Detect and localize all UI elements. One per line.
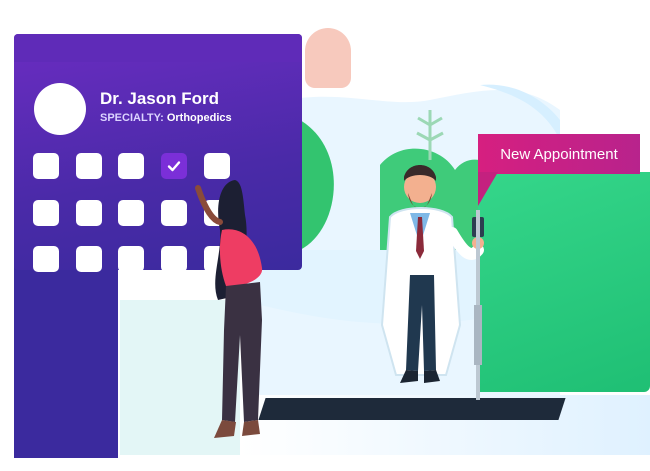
specialty-label: SPECIALTY:: [100, 112, 164, 124]
calendar-day[interactable]: [33, 200, 59, 226]
woman-illustration: [195, 180, 263, 438]
calendar-day[interactable]: [118, 246, 144, 272]
green-panel: [478, 172, 650, 392]
doctor-specialty: SPECIALTY: Orthopedics: [100, 112, 232, 124]
specialty-value: Orthopedics: [166, 112, 232, 124]
calendar-day[interactable]: [33, 153, 59, 179]
calendar-day[interactable]: [33, 246, 59, 272]
calendar-day[interactable]: [118, 153, 144, 179]
iv-stand: [474, 210, 482, 400]
calendar-day[interactable]: [76, 153, 102, 179]
calendar-day[interactable]: [76, 200, 102, 226]
doctor-name: Dr. Jason Ford: [100, 89, 220, 108]
calendar-day[interactable]: [118, 200, 144, 226]
new-appointment-button[interactable]: New Appointment: [478, 134, 640, 174]
calendar-card-header: [14, 34, 302, 62]
calendar-day[interactable]: [76, 246, 102, 272]
doctor-avatar: [34, 83, 86, 135]
